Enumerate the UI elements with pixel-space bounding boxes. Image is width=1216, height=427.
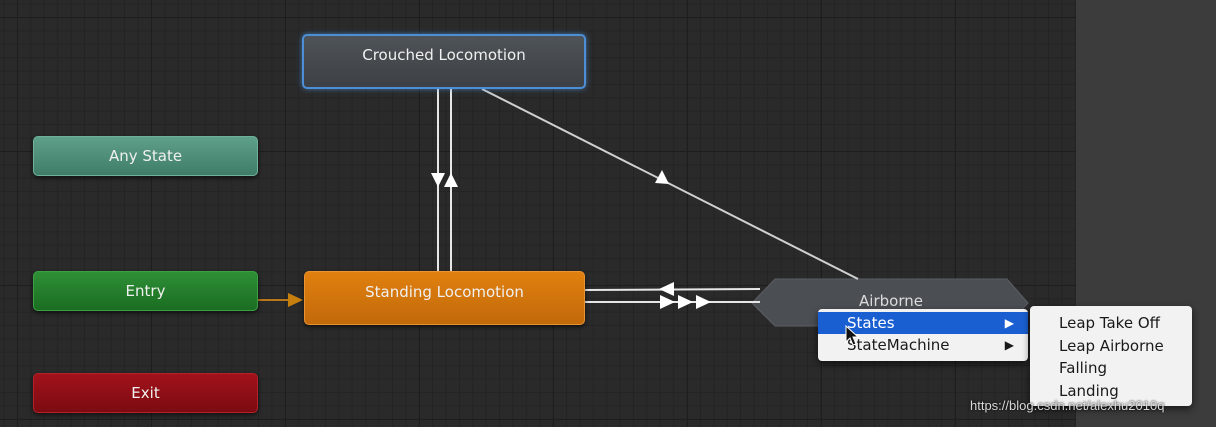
submenu-arrow-icon: ▶ (1004, 338, 1014, 352)
crouched-locomotion-node[interactable]: Crouched Locomotion (302, 34, 586, 89)
animator-graph-canvas[interactable]: Any State Entry Exit Crouched Locomotion… (0, 0, 1076, 427)
transition-airborne-to-crouched[interactable] (481, 88, 859, 280)
any-state-label: Any State (108, 147, 183, 165)
watermark-text: https://blog.csdn.net/alexhu2010q (970, 398, 1165, 413)
mouse-cursor-icon (845, 325, 859, 346)
exit-node[interactable]: Exit (33, 373, 258, 413)
menu-item-label: StateMachine (847, 336, 950, 354)
arrow-right-icon (288, 293, 303, 307)
standing-locomotion-node[interactable]: Standing Locomotion (304, 271, 585, 325)
states-submenu: Leap Take Off Leap Airborne Falling Land… (1030, 306, 1192, 406)
submenu-arrow-icon: ▶ (1004, 316, 1014, 330)
arrow-left-icon (659, 282, 674, 296)
exit-label: Exit (131, 384, 160, 402)
crouched-locomotion-label: Crouched Locomotion (362, 46, 526, 64)
any-state-node[interactable]: Any State (33, 136, 258, 176)
airborne-label: Airborne (859, 292, 923, 310)
standing-locomotion-label: Standing Locomotion (365, 283, 524, 301)
submenu-item-leap-take-off[interactable]: Leap Take Off (1030, 312, 1192, 335)
arrow-right-icon (696, 295, 711, 309)
entry-node[interactable]: Entry (33, 271, 258, 311)
submenu-item-leap-airborne[interactable]: Leap Airborne (1030, 335, 1192, 358)
arrow-right-icon (660, 295, 675, 309)
arrow-up-icon (444, 173, 458, 187)
arrow-down-icon (431, 173, 445, 187)
submenu-item-falling[interactable]: Falling (1030, 357, 1192, 380)
arrow-right-icon (678, 295, 693, 309)
entry-label: Entry (125, 282, 166, 300)
